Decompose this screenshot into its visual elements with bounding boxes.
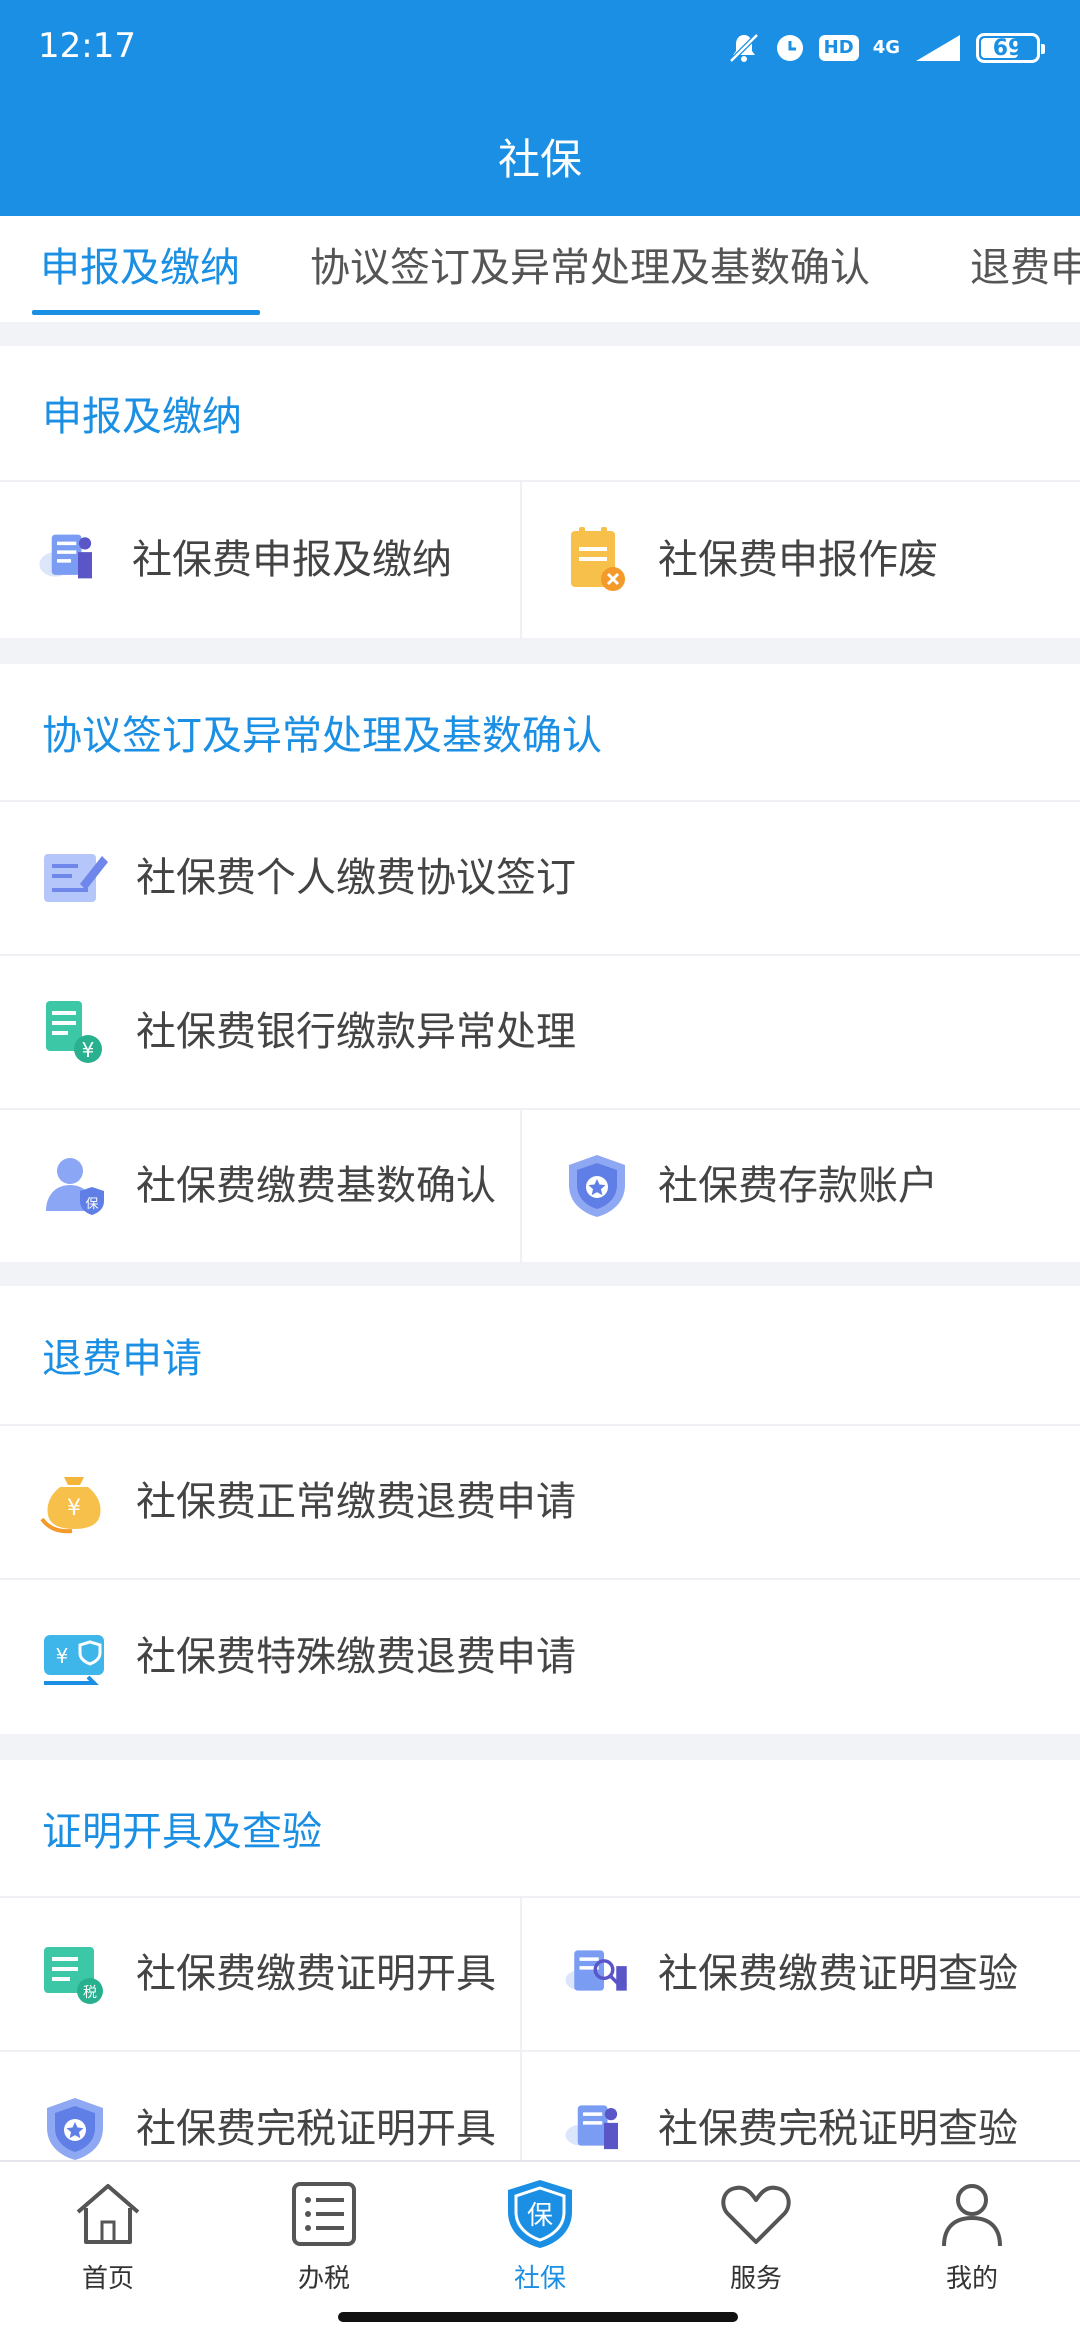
signal-icon <box>916 35 960 61</box>
tab-declare[interactable]: 申报及缴纳 <box>40 240 240 296</box>
service-label: 社保费申报及缴纳 <box>132 537 452 583</box>
nav-label: 首页 <box>81 2264 134 2294</box>
service-item-base-confirm[interactable]: 保 社保费缴费基数确认 <box>0 1110 520 1262</box>
service-item-normal-refund[interactable]: ¥ 社保费正常缴费退费申请 <box>0 1426 1080 1578</box>
mute-bell-icon <box>728 33 759 63</box>
status-icons: HD 4G 69 <box>727 28 1045 68</box>
declare-person-icon <box>36 525 106 595</box>
tab-bar: 申报及缴纳 协议签订及异常处理及基数确认 退费申请 <box>0 216 1080 322</box>
svg-text:税: 税 <box>83 1985 97 2001</box>
bank-payment-icon: ¥ <box>40 997 110 1067</box>
svg-text:¥: ¥ <box>56 1644 69 1668</box>
service-label: 社保费存款账户 <box>658 1163 938 1209</box>
nav-label: 社保 <box>513 2264 566 2294</box>
network-type: 4G <box>872 37 900 58</box>
svg-text:¥: ¥ <box>67 1496 81 1521</box>
nav-label: 我的 <box>945 2264 998 2294</box>
service-row: ¥ 社保费正常缴费退费申请 <box>0 1426 1080 1580</box>
nav-home[interactable]: 首页 <box>0 2172 216 2322</box>
service-label: 社保费缴费基数确认 <box>136 1163 496 1209</box>
service-item-deposit-account[interactable]: 社保费存款账户 <box>520 1110 1080 1262</box>
home-indicator <box>338 2312 738 2322</box>
section-refund: 退费申请 ¥ 社保费正常缴费退费申请 ¥ 社保费特殊缴费退费申请 <box>0 1286 1080 1734</box>
service-label: 社保费正常缴费退费申请 <box>136 1479 576 1525</box>
service-row: 保 社保费缴费基数确认 社保费存款账户 <box>0 1110 1080 1262</box>
service-row: 社保费完税证明开具 社保费完税证明查验 <box>0 2052 1080 2160</box>
section-certificate: 证明开具及查验 税 社保费缴费证明开具 社保费缴费证明查验 社保费完税证明开具 … <box>0 1760 1080 2160</box>
shield-star-icon <box>40 2094 110 2160</box>
service-item-tax-cert-issue[interactable]: 社保费完税证明开具 <box>0 2052 520 2160</box>
void-document-icon <box>562 525 632 595</box>
alarm-clock-icon <box>776 35 803 61</box>
tax-certificate-icon: 税 <box>40 1939 110 2009</box>
hd-badge: HD <box>818 35 859 61</box>
heart-icon <box>721 2185 791 2244</box>
shield-bao-icon: 保 <box>508 2180 572 2248</box>
section-title: 申报及缴纳 <box>0 346 1080 482</box>
svg-text:¥: ¥ <box>82 1038 95 1062</box>
service-label: 社保费特殊缴费退费申请 <box>136 1634 576 1680</box>
service-item-cert-verify[interactable]: 社保费缴费证明查验 <box>520 1898 1080 2050</box>
sign-agreement-icon <box>40 843 110 913</box>
service-label: 社保费缴费证明查验 <box>658 1951 1018 1997</box>
document-search-icon <box>562 1939 632 2009</box>
service-label: 社保费缴费证明开具 <box>136 1951 496 1997</box>
service-label: 社保费申报作废 <box>658 537 938 583</box>
status-time: 12:17 <box>38 26 136 66</box>
service-row: ¥ 社保费银行缴款异常处理 <box>0 956 1080 1110</box>
service-row: 税 社保费缴费证明开具 社保费缴费证明查验 <box>0 1898 1080 2052</box>
list-icon <box>292 2182 356 2246</box>
section-declare: 申报及缴纳 社保费申报及缴纳 社保费申报作废 <box>0 346 1080 638</box>
service-item-bank-exception[interactable]: ¥ 社保费银行缴款异常处理 <box>0 956 1080 1108</box>
section-title: 证明开具及查验 <box>0 1760 1080 1898</box>
tab-refund[interactable]: 退费申请 <box>970 240 1080 296</box>
page-title: 社保 <box>497 135 582 184</box>
svg-text:保: 保 <box>85 1197 98 1212</box>
tab-agreement[interactable]: 协议签订及异常处理及基数确认 <box>310 240 870 296</box>
nav-tax[interactable]: 办税 <box>216 2172 432 2322</box>
service-item-declare-void[interactable]: 社保费申报作废 <box>520 482 1080 638</box>
shield-star-icon <box>562 1151 632 1221</box>
service-label: 社保费完税证明查验 <box>658 2106 1018 2152</box>
money-bag-icon: ¥ <box>40 1467 110 1537</box>
section-title: 协议签订及异常处理及基数确认 <box>0 664 1080 802</box>
user-base-icon: 保 <box>40 1151 110 1221</box>
service-row: ¥ 社保费特殊缴费退费申请 <box>0 1580 1080 1734</box>
section-title: 退费申请 <box>0 1286 1080 1426</box>
service-label: 社保费银行缴款异常处理 <box>136 1009 576 1055</box>
user-icon <box>942 2184 1002 2247</box>
battery-text: 69 <box>992 35 1024 61</box>
service-item-declare-pay[interactable]: 社保费申报及缴纳 <box>0 482 520 638</box>
nav-service[interactable]: 服务 <box>648 2172 864 2322</box>
service-label: 社保费完税证明开具 <box>136 2106 496 2152</box>
service-item-agreement-sign[interactable]: 社保费个人缴费协议签订 <box>0 802 1080 954</box>
declare-person-icon <box>562 2094 632 2160</box>
service-item-tax-cert-verify[interactable]: 社保费完税证明查验 <box>520 2052 1080 2160</box>
nav-label: 服务 <box>729 2264 782 2294</box>
top-bar: 12:17 HD 4G 69 社保 <box>0 0 1080 216</box>
battery-icon: 69 <box>976 33 1045 63</box>
nav-label: 办税 <box>297 2264 350 2294</box>
status-bar: 12:17 HD 4G 69 <box>0 0 1080 96</box>
service-label: 社保费个人缴费协议签订 <box>136 855 576 901</box>
service-item-special-refund[interactable]: ¥ 社保费特殊缴费退费申请 <box>0 1580 1080 1734</box>
refund-card-icon: ¥ <box>40 1622 110 1692</box>
home-icon <box>76 2184 140 2244</box>
service-item-cert-issue[interactable]: 税 社保费缴费证明开具 <box>0 1898 520 2050</box>
nav-mine[interactable]: 我的 <box>864 2172 1080 2322</box>
tab-active-indicator <box>32 310 260 315</box>
section-agreement: 协议签订及异常处理及基数确认 社保费个人缴费协议签订 ¥ 社保费银行缴款异常处理… <box>0 664 1080 1262</box>
nav-badge-text: 保 <box>527 2201 553 2231</box>
nav-social-security[interactable]: 保 社保 <box>432 2172 648 2322</box>
service-row: 社保费申报及缴纳 社保费申报作废 <box>0 482 1080 638</box>
service-row: 社保费个人缴费协议签订 <box>0 802 1080 956</box>
